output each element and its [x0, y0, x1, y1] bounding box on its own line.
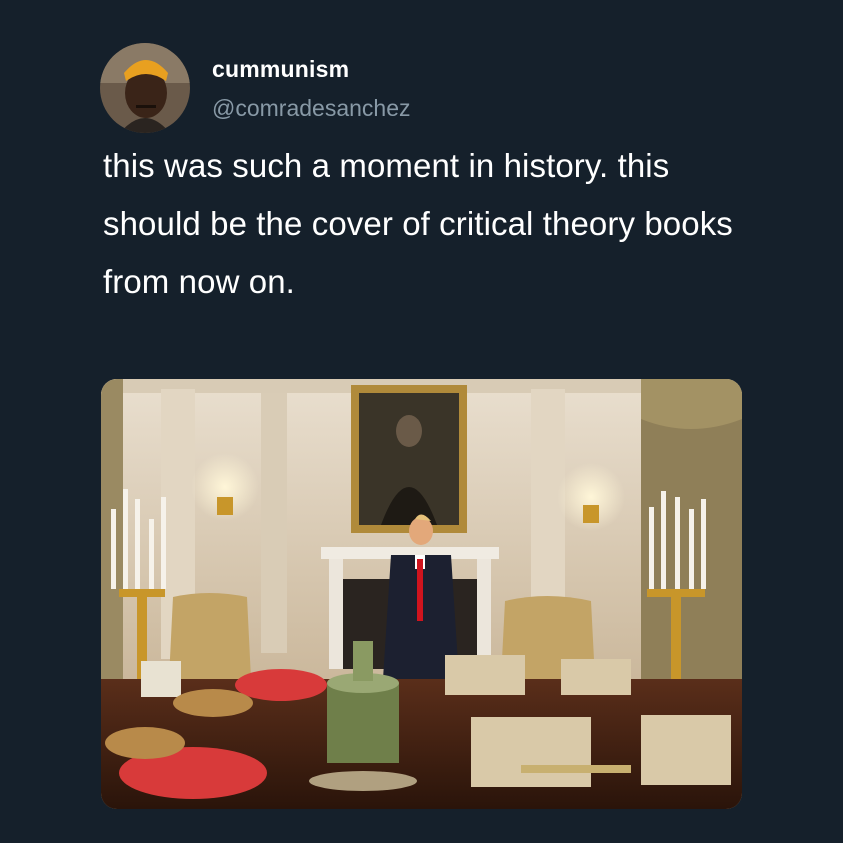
photo-icon	[101, 379, 742, 809]
avatar[interactable]	[100, 43, 190, 133]
display-name[interactable]: cummunism	[212, 56, 349, 83]
user-handle[interactable]: @comradesanchez	[212, 95, 411, 122]
tweet-text: this was such a moment in history. this …	[103, 147, 733, 300]
tweet-media-photo[interactable]	[101, 379, 742, 809]
tweet-card: cummunism @comradesanchez this was such …	[0, 0, 843, 843]
avatar-photo-icon	[100, 43, 190, 133]
